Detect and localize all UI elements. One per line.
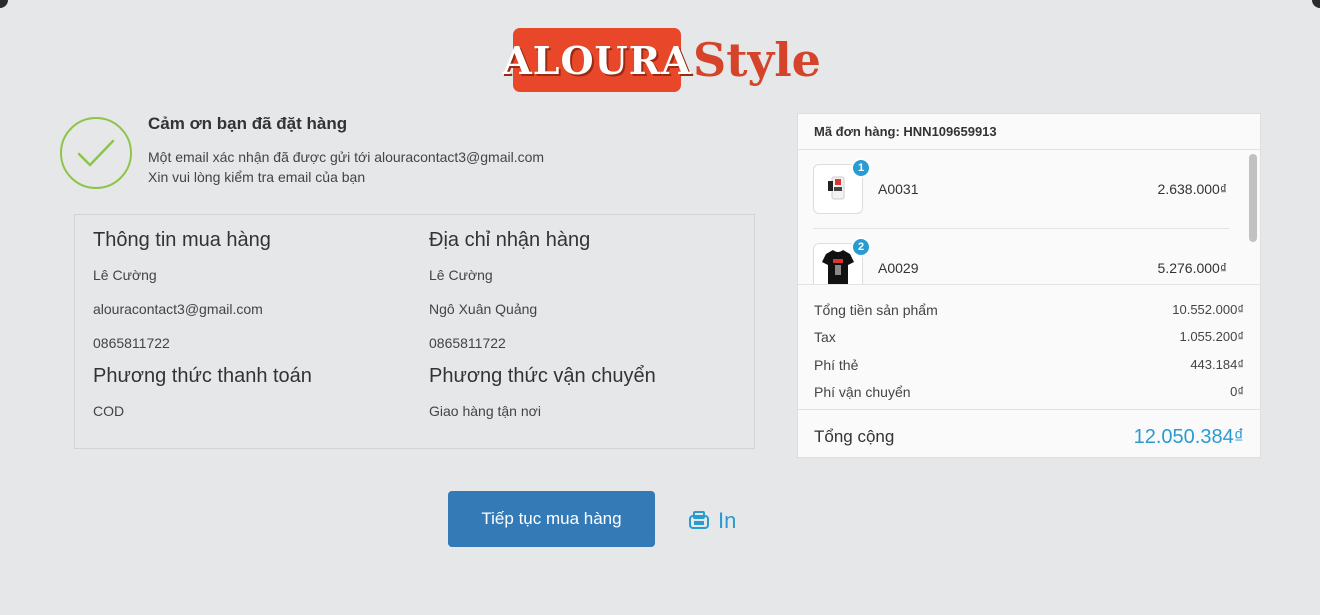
shipping-address-heading: Địa chỉ nhận hàng xyxy=(429,229,591,251)
recipient-name: Lê Cường xyxy=(429,267,493,283)
shipping-method-section: Phương thức vận chuyển Giao hàng tận nơi xyxy=(429,365,749,425)
continue-shopping-button[interactable]: Tiếp tục mua hàng xyxy=(448,491,655,547)
recipient-phone: 0865811722 xyxy=(429,335,506,351)
product-name: A0031 xyxy=(878,181,919,197)
payment-method-heading: Phương thức thanh toán xyxy=(93,365,312,387)
shipping-method-value: Giao hàng tận nơi xyxy=(429,403,541,419)
card-fee-row: Phí thẻ 443.184₫ xyxy=(814,357,1244,377)
buyer-phone: 0865811722 xyxy=(93,335,170,351)
subtotal-value: 10.552.000₫ xyxy=(1172,302,1244,317)
order-items-list[interactable]: 1 A0031 2.638.000₫ 2 A0029 5.276.000₫ xyxy=(798,150,1260,285)
shipping-address-section: Địa chỉ nhận hàng Lê Cường Ngô Xuân Quản… xyxy=(429,229,749,359)
product-thumbnail: 2 xyxy=(813,237,871,284)
shipping-fee-label: Phí vận chuyển xyxy=(814,384,911,400)
tax-row: Tax 1.055.200₫ xyxy=(814,329,1244,349)
subtotal-row: Tổng tiền sản phẩm 10.552.000₫ xyxy=(814,302,1244,322)
check-email-text: Xin vui lòng kiểm tra email của bạn xyxy=(148,169,366,185)
thanks-title: Cảm ơn bạn đã đặt hàng xyxy=(148,114,348,133)
grand-total-value: 12.050.384₫ xyxy=(1133,426,1244,448)
product-price: 5.276.000₫ xyxy=(1157,260,1227,276)
list-item: 1 A0031 2.638.000₫ xyxy=(798,150,1260,229)
quantity-badge: 1 xyxy=(851,158,871,178)
order-summary: Mã đơn hàng: HNN109659913 1 A0031 2.638.… xyxy=(797,113,1261,458)
product-thumbnail: 1 xyxy=(813,158,871,214)
email-confirmation-text: Một email xác nhận đã được gửi tới alour… xyxy=(148,149,545,165)
subtotal-label: Tổng tiền sản phẩm xyxy=(814,302,938,318)
items-scrollbar[interactable] xyxy=(1249,154,1257,284)
payment-method-value: COD xyxy=(93,403,125,419)
window-corner xyxy=(0,0,8,8)
order-code: Mã đơn hàng: HNN109659913 xyxy=(798,114,1260,150)
printer-icon xyxy=(689,511,709,529)
shipping-fee-value: 0₫ xyxy=(1230,384,1244,399)
shipping-fee-row: Phí vận chuyển 0₫ xyxy=(814,384,1244,404)
price-breakdown: Tổng tiền sản phẩm 10.552.000₫ Tax 1.055… xyxy=(798,285,1260,410)
logo-suffix: Style xyxy=(693,33,821,87)
print-label: In xyxy=(718,508,737,533)
customer-info-panel: Thông tin mua hàng Lê Cường alouracontac… xyxy=(74,214,755,449)
card-fee-value: 443.184₫ xyxy=(1190,357,1244,372)
list-item: 2 A0029 5.276.000₫ xyxy=(798,229,1260,284)
buyer-info-heading: Thông tin mua hàng xyxy=(93,229,271,251)
grand-total-label: Tổng cộng xyxy=(814,427,895,446)
recipient-street: Ngô Xuân Quảng xyxy=(429,301,538,317)
logo-brand: ALOURA xyxy=(502,28,691,92)
print-link[interactable]: In xyxy=(688,506,736,536)
success-check-icon xyxy=(60,117,132,189)
site-logo[interactable]: ALOURA Style xyxy=(502,28,821,92)
scrollbar-thumb[interactable] xyxy=(1249,154,1257,242)
buyer-name: Lê Cường xyxy=(93,267,157,283)
card-fee-label: Phí thẻ xyxy=(814,357,859,373)
buyer-info-section: Thông tin mua hàng Lê Cường alouracontac… xyxy=(93,229,413,359)
window-corner xyxy=(1312,0,1320,8)
grand-total-row: Tổng cộng 12.050.384₫ xyxy=(814,424,1244,454)
product-price: 2.638.000₫ xyxy=(1157,181,1227,197)
quantity-badge: 2 xyxy=(851,237,871,257)
product-name: A0029 xyxy=(878,260,919,276)
tax-label: Tax xyxy=(814,329,836,345)
shipping-method-heading: Phương thức vận chuyển xyxy=(429,365,656,387)
buyer-email: alouracontact3@gmail.com xyxy=(93,301,263,317)
tax-value: 1.055.200₫ xyxy=(1179,329,1244,344)
payment-method-section: Phương thức thanh toán COD xyxy=(93,365,413,425)
